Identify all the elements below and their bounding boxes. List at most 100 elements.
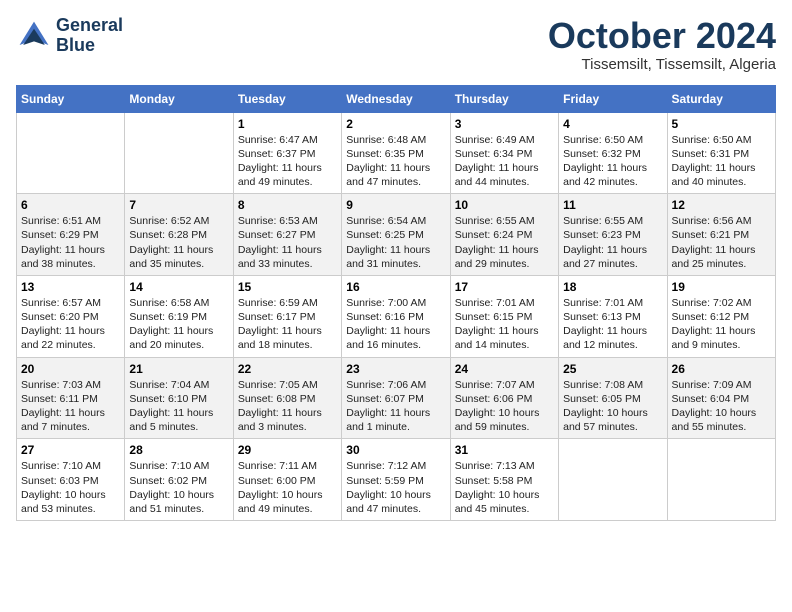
day-number: 30	[346, 443, 445, 457]
calendar-body: 1 Sunrise: 6:47 AM Sunset: 6:37 PM Daylig…	[17, 112, 776, 520]
weekday-header: Thursday	[450, 85, 558, 112]
calendar-cell: 17 Sunrise: 7:01 AM Sunset: 6:15 PM Dayli…	[450, 275, 558, 357]
month-title: October 2024	[548, 16, 776, 56]
calendar-cell: 8Sunrise: 6:53 AM Sunset: 6:27 PM Daylig…	[233, 194, 341, 276]
day-info: Sunrise: 6:50 AM Sunset: 6:32 PM Dayligh…	[563, 133, 662, 190]
day-info: Sunrise: 6:58 AM Sunset: 6:19 PM Dayligh…	[129, 296, 228, 353]
day-number: 20	[21, 362, 120, 376]
day-number: 21	[129, 362, 228, 376]
calendar-cell: 2Sunrise: 6:48 AM Sunset: 6:35 PM Daylig…	[342, 112, 450, 194]
weekday-row: SundayMondayTuesdayWednesdayThursdayFrid…	[17, 85, 776, 112]
day-info: Sunrise: 6:56 AM Sunset: 6:21 PM Dayligh…	[672, 214, 771, 271]
calendar-cell: 26 Sunrise: 7:09 AM Sunset: 6:04 PM Dayli…	[667, 357, 775, 439]
calendar-cell: 30 Sunrise: 7:12 AM Sunset: 5:59 PM Dayli…	[342, 439, 450, 521]
weekday-header: Saturday	[667, 85, 775, 112]
calendar-cell: 4 Sunrise: 6:50 AM Sunset: 6:32 PM Daylig…	[559, 112, 667, 194]
weekday-header: Tuesday	[233, 85, 341, 112]
day-info: Sunrise: 6:51 AM Sunset: 6:29 PM Dayligh…	[21, 214, 120, 271]
calendar-cell: 7 Sunrise: 6:52 AM Sunset: 6:28 PM Daylig…	[125, 194, 233, 276]
day-number: 27	[21, 443, 120, 457]
day-info: Sunrise: 7:12 AM Sunset: 5:59 PM Dayligh…	[346, 459, 445, 516]
day-number: 31	[455, 443, 554, 457]
day-number: 25	[563, 362, 662, 376]
day-number: 26	[672, 362, 771, 376]
day-number: 1	[238, 117, 337, 131]
day-number: 2	[346, 117, 445, 131]
day-number: 22	[238, 362, 337, 376]
day-number: 24	[455, 362, 554, 376]
day-info: Sunrise: 6:50 AM Sunset: 6:31 PM Dayligh…	[672, 133, 771, 190]
day-number: 3	[455, 117, 554, 131]
calendar-cell: 21Sunrise: 7:04 AM Sunset: 6:10 PM Dayli…	[125, 357, 233, 439]
day-number: 12	[672, 198, 771, 212]
day-info: Sunrise: 7:09 AM Sunset: 6:04 PM Dayligh…	[672, 378, 771, 435]
day-number: 28	[129, 443, 228, 457]
calendar-cell	[125, 112, 233, 194]
calendar-cell: 16 Sunrise: 7:00 AM Sunset: 6:16 PM Dayli…	[342, 275, 450, 357]
day-info: Sunrise: 7:02 AM Sunset: 6:12 PM Dayligh…	[672, 296, 771, 353]
day-info: Sunrise: 6:54 AM Sunset: 6:25 PM Dayligh…	[346, 214, 445, 271]
logo: General Blue	[16, 16, 123, 56]
day-number: 17	[455, 280, 554, 294]
day-number: 13	[21, 280, 120, 294]
day-info: Sunrise: 6:52 AM Sunset: 6:28 PM Dayligh…	[129, 214, 228, 271]
day-info: Sunrise: 7:10 AM Sunset: 6:02 PM Dayligh…	[129, 459, 228, 516]
day-info: Sunrise: 6:55 AM Sunset: 6:23 PM Dayligh…	[563, 214, 662, 271]
calendar-table: SundayMondayTuesdayWednesdayThursdayFrid…	[16, 85, 776, 521]
calendar-cell: 6 Sunrise: 6:51 AM Sunset: 6:29 PM Daylig…	[17, 194, 125, 276]
calendar-cell	[17, 112, 125, 194]
day-number: 14	[129, 280, 228, 294]
calendar-cell: 3 Sunrise: 6:49 AM Sunset: 6:34 PM Daylig…	[450, 112, 558, 194]
calendar-week-row: 13 Sunrise: 6:57 AM Sunset: 6:20 PM Dayli…	[17, 275, 776, 357]
calendar-cell: 10Sunrise: 6:55 AM Sunset: 6:24 PM Dayli…	[450, 194, 558, 276]
day-info: Sunrise: 7:08 AM Sunset: 6:05 PM Dayligh…	[563, 378, 662, 435]
calendar-cell: 12 Sunrise: 6:56 AM Sunset: 6:21 PM Dayli…	[667, 194, 775, 276]
calendar-week-row: 1 Sunrise: 6:47 AM Sunset: 6:37 PM Daylig…	[17, 112, 776, 194]
day-info: Sunrise: 6:59 AM Sunset: 6:17 PM Dayligh…	[238, 296, 337, 353]
calendar-cell: 29 Sunrise: 7:11 AM Sunset: 6:00 PM Dayli…	[233, 439, 341, 521]
calendar-cell: 28 Sunrise: 7:10 AM Sunset: 6:02 PM Dayli…	[125, 439, 233, 521]
day-number: 23	[346, 362, 445, 376]
calendar-cell: 14 Sunrise: 6:58 AM Sunset: 6:19 PM Dayli…	[125, 275, 233, 357]
day-number: 7	[129, 198, 228, 212]
day-info: Sunrise: 6:53 AM Sunset: 6:27 PM Dayligh…	[238, 214, 337, 271]
day-info: Sunrise: 7:01 AM Sunset: 6:13 PM Dayligh…	[563, 296, 662, 353]
day-number: 5	[672, 117, 771, 131]
calendar-cell: 9 Sunrise: 6:54 AM Sunset: 6:25 PM Daylig…	[342, 194, 450, 276]
day-number: 29	[238, 443, 337, 457]
calendar-cell: 1 Sunrise: 6:47 AM Sunset: 6:37 PM Daylig…	[233, 112, 341, 194]
calendar-cell: 5 Sunrise: 6:50 AM Sunset: 6:31 PM Daylig…	[667, 112, 775, 194]
day-info: Sunrise: 6:57 AM Sunset: 6:20 PM Dayligh…	[21, 296, 120, 353]
day-info: Sunrise: 7:07 AM Sunset: 6:06 PM Dayligh…	[455, 378, 554, 435]
calendar-cell: 18 Sunrise: 7:01 AM Sunset: 6:13 PM Dayli…	[559, 275, 667, 357]
day-info: Sunrise: 7:13 AM Sunset: 5:58 PM Dayligh…	[455, 459, 554, 516]
calendar-cell: 31 Sunrise: 7:13 AM Sunset: 5:58 PM Dayli…	[450, 439, 558, 521]
weekday-header: Monday	[125, 85, 233, 112]
logo-line2: Blue	[56, 36, 123, 56]
calendar-cell	[559, 439, 667, 521]
day-info: Sunrise: 7:00 AM Sunset: 6:16 PM Dayligh…	[346, 296, 445, 353]
day-number: 15	[238, 280, 337, 294]
calendar-cell: 20 Sunrise: 7:03 AM Sunset: 6:11 PM Dayli…	[17, 357, 125, 439]
calendar-header: SundayMondayTuesdayWednesdayThursdayFrid…	[17, 85, 776, 112]
calendar-week-row: 27Sunrise: 7:10 AM Sunset: 6:03 PM Dayli…	[17, 439, 776, 521]
calendar-cell: 22Sunrise: 7:05 AM Sunset: 6:08 PM Dayli…	[233, 357, 341, 439]
calendar-cell: 27Sunrise: 7:10 AM Sunset: 6:03 PM Dayli…	[17, 439, 125, 521]
day-info: Sunrise: 6:47 AM Sunset: 6:37 PM Dayligh…	[238, 133, 337, 190]
calendar-cell: 23Sunrise: 7:06 AM Sunset: 6:07 PM Dayli…	[342, 357, 450, 439]
day-number: 16	[346, 280, 445, 294]
weekday-header: Wednesday	[342, 85, 450, 112]
day-number: 18	[563, 280, 662, 294]
day-number: 9	[346, 198, 445, 212]
day-info: Sunrise: 7:03 AM Sunset: 6:11 PM Dayligh…	[21, 378, 120, 435]
day-info: Sunrise: 7:01 AM Sunset: 6:15 PM Dayligh…	[455, 296, 554, 353]
calendar-week-row: 20 Sunrise: 7:03 AM Sunset: 6:11 PM Dayli…	[17, 357, 776, 439]
day-number: 6	[21, 198, 120, 212]
logo-icon	[16, 18, 52, 54]
weekday-header: Friday	[559, 85, 667, 112]
day-info: Sunrise: 7:11 AM Sunset: 6:00 PM Dayligh…	[238, 459, 337, 516]
day-number: 4	[563, 117, 662, 131]
day-info: Sunrise: 6:49 AM Sunset: 6:34 PM Dayligh…	[455, 133, 554, 190]
day-info: Sunrise: 6:55 AM Sunset: 6:24 PM Dayligh…	[455, 214, 554, 271]
title-section: October 2024 Tissemsilt, Tissemsilt, Alg…	[548, 16, 776, 73]
